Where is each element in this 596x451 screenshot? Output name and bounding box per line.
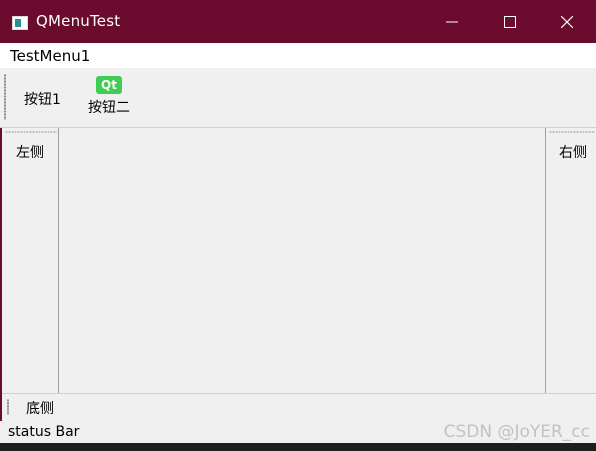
watermark: CSDN @JoYER_cc — [443, 422, 590, 442]
dock-right-grip[interactable] — [549, 131, 595, 133]
status-bar: status Bar CSDN @JoYER_cc — [0, 421, 596, 443]
toolbar-button-1-label: 按钮1 — [24, 92, 61, 108]
title-bar[interactable]: QMenuTest — [0, 0, 596, 43]
toolbar-button-2-label: 按钮二 — [88, 100, 130, 116]
dock-left-label: 左侧 — [16, 145, 44, 161]
menu-bar: TestMenu1 — [0, 43, 596, 68]
dock-left: 左侧 — [2, 128, 59, 393]
dock-left-grip[interactable] — [5, 131, 57, 133]
close-icon — [561, 15, 573, 28]
menu-testmenu1[interactable]: TestMenu1 — [10, 47, 90, 65]
central-widget — [59, 128, 545, 393]
close-button[interactable] — [538, 0, 596, 43]
minimize-button[interactable] — [423, 0, 481, 43]
toolbar-button-2[interactable]: Qt 按钮二 — [85, 76, 133, 117]
dock-right-label: 右侧 — [559, 145, 587, 161]
status-text: status Bar — [8, 424, 80, 440]
dock-bottom-grip[interactable] — [7, 399, 9, 415]
maximize-button[interactable] — [481, 0, 539, 43]
dock-right: 右侧 — [545, 128, 596, 393]
toolbar-grip[interactable] — [4, 74, 6, 120]
minimize-icon — [446, 21, 458, 22]
dock-bottom-label: 底侧 — [26, 401, 54, 417]
maximize-icon — [504, 15, 516, 28]
toolbar: 按钮1 Qt 按钮二 — [0, 68, 596, 128]
qt-logo-icon: Qt — [96, 76, 122, 94]
app-window-icon — [12, 16, 28, 30]
toolbar-button-1[interactable]: 按钮1 — [24, 89, 61, 109]
desktop-background — [0, 443, 596, 451]
dock-bottom: 底侧 — [2, 393, 596, 421]
window-title: QMenuTest — [36, 12, 121, 30]
